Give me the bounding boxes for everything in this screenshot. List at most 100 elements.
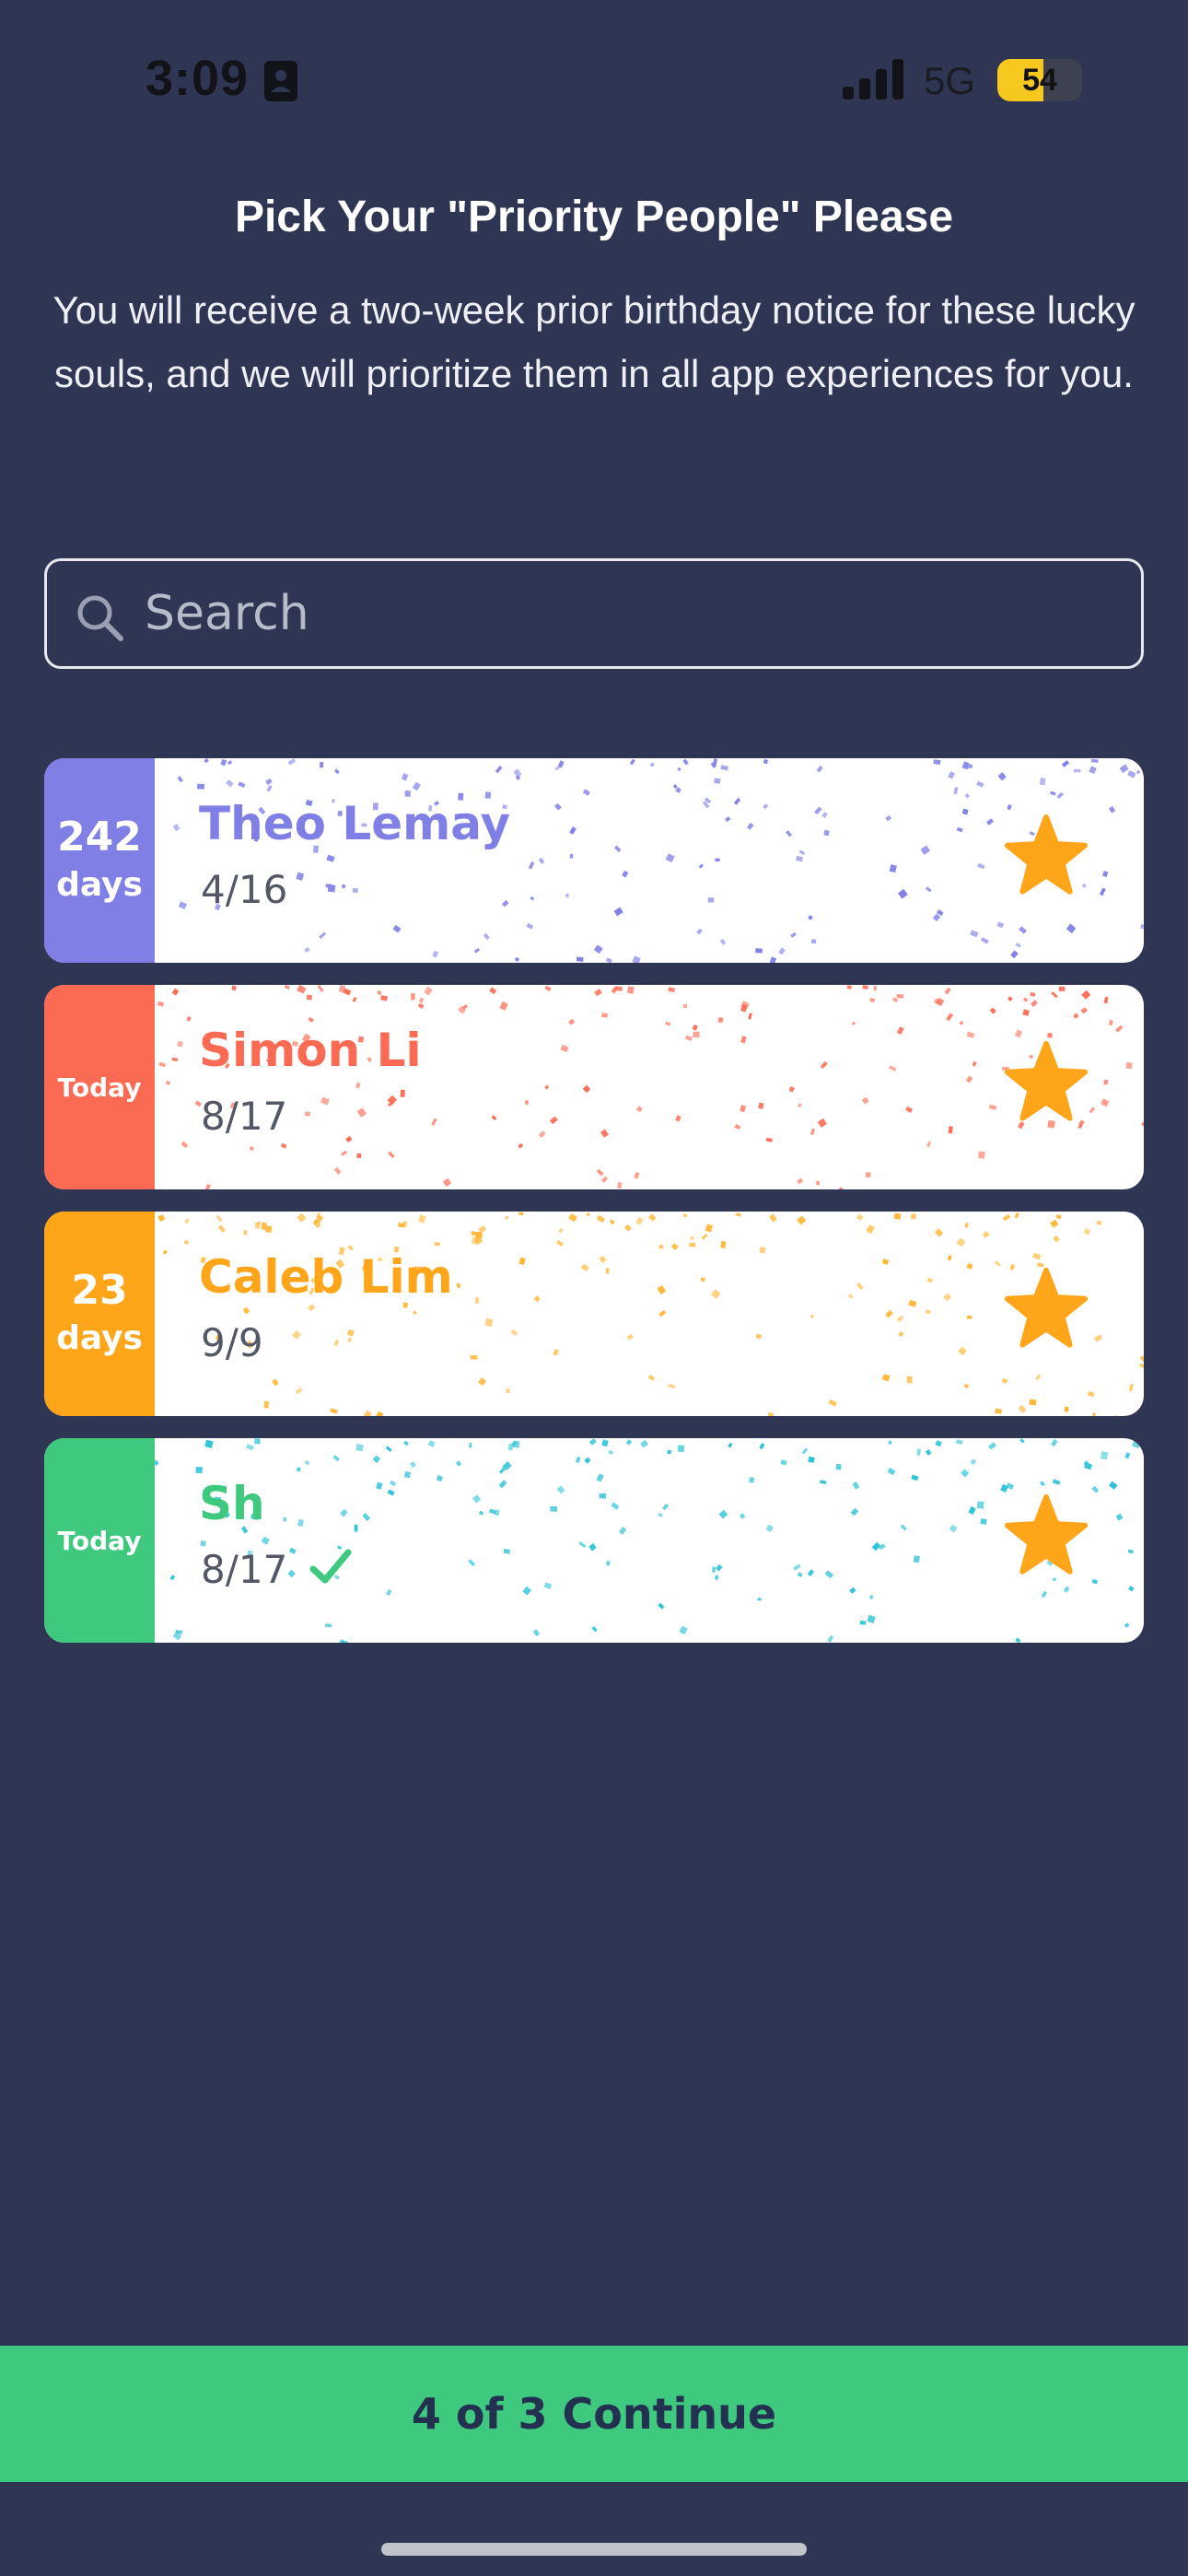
confetti-background bbox=[157, 985, 1144, 1189]
confetti-dot bbox=[1103, 1079, 1109, 1085]
confetti-dot bbox=[596, 1473, 604, 1482]
confetti-dot bbox=[867, 1614, 876, 1624]
confetti-dot bbox=[1001, 1377, 1008, 1384]
confetti-dot bbox=[254, 1438, 261, 1445]
confetti-dot bbox=[495, 766, 503, 774]
confetti-dot bbox=[868, 1595, 874, 1600]
confetti-dot bbox=[588, 1438, 597, 1446]
confetti-dot bbox=[851, 1021, 856, 1026]
confetti-dot bbox=[600, 1129, 609, 1138]
star-icon[interactable] bbox=[1002, 1038, 1090, 1127]
confetti-dot bbox=[849, 1587, 856, 1594]
confetti-dot bbox=[677, 1445, 684, 1453]
confetti-dot bbox=[417, 1214, 426, 1224]
star-icon[interactable] bbox=[1002, 1492, 1090, 1580]
confetti-dot bbox=[484, 1317, 494, 1328]
confetti-dot bbox=[693, 1031, 700, 1038]
confetti-dot bbox=[809, 1128, 815, 1136]
confetti-dot bbox=[696, 928, 703, 935]
confetti-dot bbox=[385, 1588, 392, 1597]
confetti-dot bbox=[808, 915, 813, 920]
confetti-dot bbox=[470, 1355, 478, 1360]
confetti-dot bbox=[411, 993, 415, 1001]
confetti-dot bbox=[605, 1561, 611, 1566]
priority-person-card[interactable]: Today Sh 8/17 bbox=[44, 1438, 1144, 1643]
cell-signal-icon bbox=[843, 59, 903, 100]
confetti-dot bbox=[345, 1136, 353, 1143]
confetti-dot bbox=[596, 1168, 604, 1177]
confetti-dot bbox=[1128, 1383, 1135, 1392]
confetti-dot bbox=[217, 1224, 226, 1233]
confetti-dot bbox=[436, 1474, 444, 1482]
confetti-dot bbox=[712, 1566, 716, 1573]
confetti-dot bbox=[609, 1219, 615, 1225]
confetti-dot bbox=[324, 1623, 332, 1628]
confetti-dot bbox=[340, 1508, 348, 1517]
confetti-dot bbox=[626, 1333, 634, 1341]
confetti-dot bbox=[204, 758, 209, 764]
confetti-dot bbox=[763, 758, 768, 765]
confetti-dot bbox=[801, 1447, 809, 1455]
confetti-dot bbox=[177, 776, 183, 783]
continue-button[interactable]: 4 of 3 Continue bbox=[0, 2346, 1188, 2482]
home-indicator[interactable] bbox=[381, 2543, 807, 2556]
confetti-dot bbox=[538, 1130, 546, 1139]
confetti-dot bbox=[172, 824, 181, 832]
confetti-dot bbox=[340, 1640, 349, 1643]
confetti-dot bbox=[856, 1282, 864, 1290]
confetti-dot bbox=[690, 1235, 695, 1241]
priority-person-card[interactable]: Today Simon Li 8/17 bbox=[44, 985, 1144, 1189]
confetti-dot bbox=[1108, 1481, 1118, 1490]
confetti-dot bbox=[220, 758, 227, 767]
priority-person-card[interactable]: 23 days Caleb Lim 9/9 bbox=[44, 1212, 1144, 1416]
confetti-dot bbox=[549, 1116, 558, 1125]
confetti-dot bbox=[765, 1137, 773, 1142]
confetti-dot bbox=[970, 930, 979, 938]
confetti-dot bbox=[412, 1310, 417, 1316]
confetti-dot bbox=[797, 1215, 807, 1225]
confetti-dot bbox=[685, 1035, 693, 1041]
confetti-dot bbox=[178, 901, 188, 910]
search-bar[interactable] bbox=[44, 558, 1144, 669]
confetti-dot bbox=[377, 989, 382, 996]
confetti-dot bbox=[565, 893, 570, 898]
confetti-dot bbox=[926, 1141, 932, 1148]
confetti-dot bbox=[793, 1563, 801, 1571]
confetti-dot bbox=[1056, 791, 1065, 800]
confetti-dot bbox=[748, 1013, 752, 1020]
star-icon[interactable] bbox=[1002, 1265, 1090, 1353]
confetti-dot bbox=[1138, 1363, 1144, 1369]
confetti-dot bbox=[601, 1013, 609, 1018]
confetti-dot bbox=[518, 1143, 524, 1149]
confetti-dot bbox=[385, 1446, 392, 1453]
confetti-dot bbox=[576, 956, 584, 962]
star-icon[interactable] bbox=[1002, 812, 1090, 900]
confetti-dot bbox=[518, 1257, 526, 1266]
confetti-dot bbox=[675, 1115, 681, 1122]
confetti-dot bbox=[759, 1247, 766, 1254]
confetti-dot bbox=[985, 818, 994, 825]
confetti-dot bbox=[966, 1262, 973, 1270]
confetti-dot bbox=[1112, 1414, 1121, 1416]
confetti-dot bbox=[1090, 758, 1099, 763]
confetti-dot bbox=[288, 1547, 297, 1554]
confetti-dot bbox=[401, 772, 409, 781]
confetti-dot bbox=[1132, 1439, 1141, 1449]
confetti-dot bbox=[710, 1289, 721, 1299]
confetti-dot bbox=[287, 1569, 296, 1578]
confetti-dot bbox=[964, 1222, 970, 1228]
confetti-dot bbox=[1124, 1452, 1131, 1459]
confetti-dot bbox=[442, 1177, 452, 1187]
confetti-background bbox=[172, 758, 1144, 963]
confetti-dot bbox=[477, 1377, 487, 1387]
priority-person-card[interactable]: 242 days Theo Lemay 4/16 bbox=[44, 758, 1144, 963]
confetti-dot bbox=[740, 1105, 746, 1113]
confetti-dot bbox=[171, 988, 180, 996]
confetti-dot bbox=[995, 1408, 1002, 1414]
confetti-dot bbox=[591, 1626, 598, 1633]
confetti-dot bbox=[611, 1502, 620, 1510]
confetti-dot bbox=[533, 1295, 541, 1303]
confetti-dot bbox=[432, 950, 439, 958]
search-input[interactable] bbox=[145, 561, 1121, 666]
confetti-dot bbox=[1089, 766, 1097, 775]
